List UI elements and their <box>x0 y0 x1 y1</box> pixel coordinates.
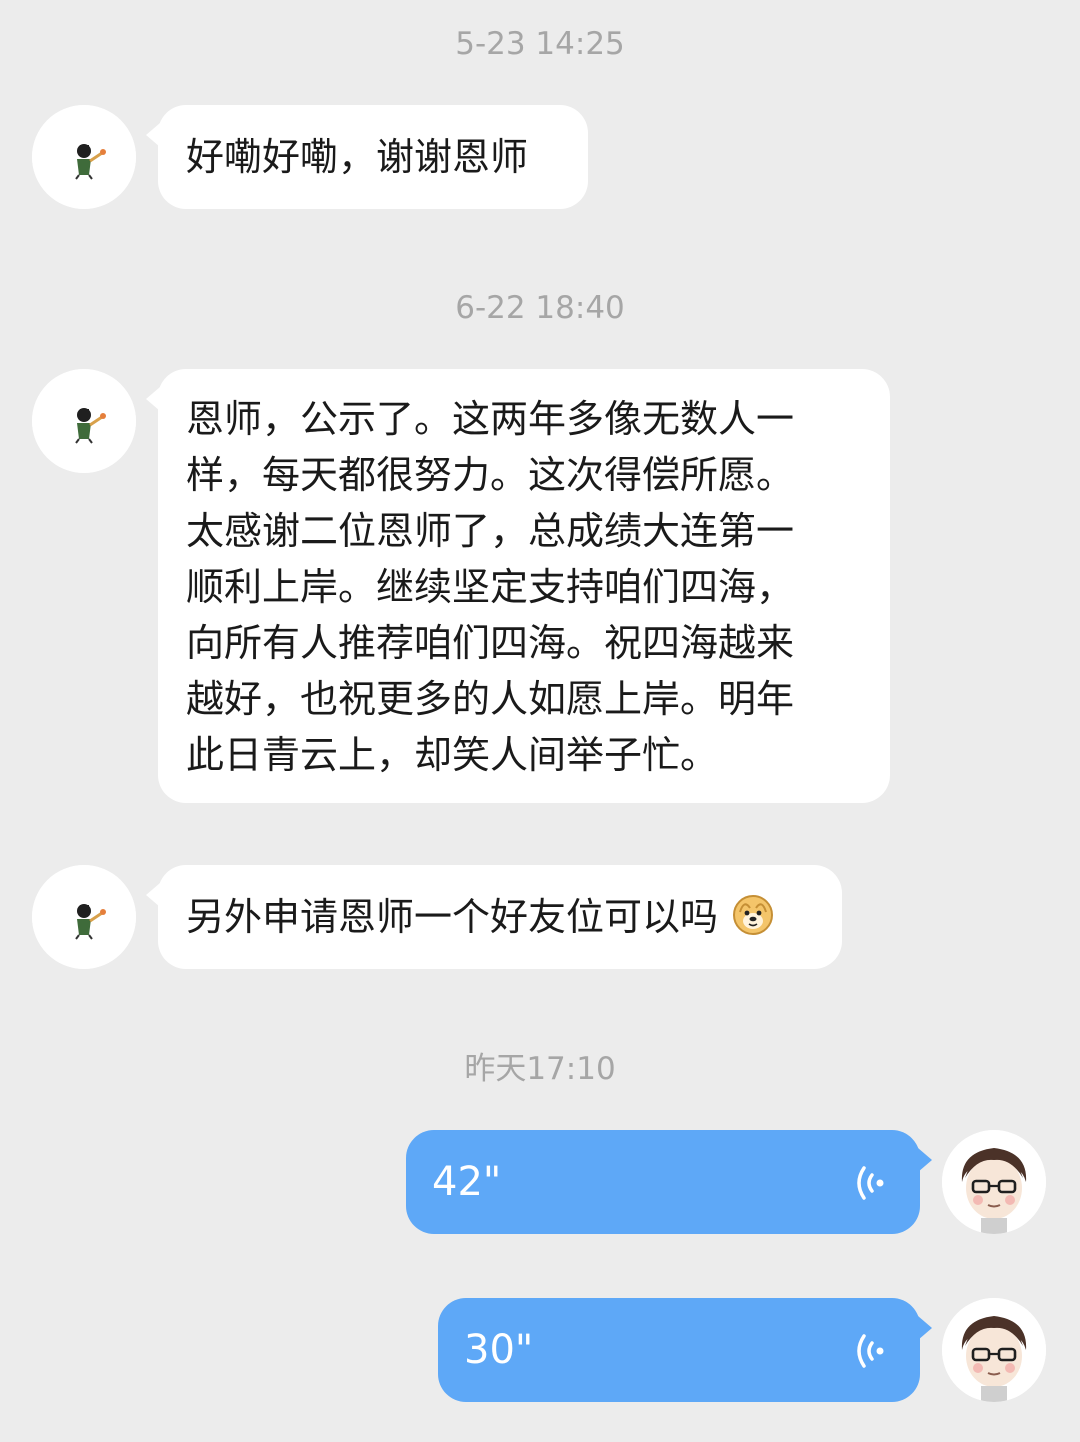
incoming-message-bubble[interactable]: 恩师，公示了。这两年多像无数人一 样，每天都很努力。这次得偿所愿。 太感谢二位恩… <box>146 369 890 803</box>
timestamp: 昨天17:10 <box>464 1051 616 1087</box>
voice-duration: 30" <box>464 1327 534 1373</box>
message-line: 样，每天都很努力。这次得偿所愿。 <box>186 453 795 497</box>
contact-avatar-icon <box>32 369 136 473</box>
self-avatar-icon <box>942 1130 1046 1234</box>
doge-emoji-icon <box>733 895 774 935</box>
incoming-message-bubble[interactable]: 另外申请恩师一个好友位可以吗 <box>146 865 842 969</box>
message-line: 此日青云上，却笑人间举子忙。 <box>186 733 719 777</box>
voice-wave-icon <box>857 1166 884 1200</box>
message-line: 顺利上岸。继续坚定支持咱们四海， <box>186 565 795 609</box>
contact-avatar[interactable] <box>32 369 136 473</box>
incoming-message-bubble[interactable]: 好嘞好嘞，谢谢恩师 <box>146 105 588 209</box>
contact-avatar[interactable] <box>32 105 136 209</box>
contact-avatar[interactable] <box>32 865 136 969</box>
message-text: 另外申请恩师一个好友位可以吗 <box>186 895 719 939</box>
contact-avatar-icon <box>32 865 136 969</box>
outgoing-voice-message[interactable]: 42" <box>406 1130 932 1234</box>
message-line: 向所有人推荐咱们四海。祝四海越来 <box>186 621 795 665</box>
self-avatar-icon <box>942 1298 1046 1402</box>
outgoing-voice-message[interactable]: 30" <box>438 1298 932 1402</box>
contact-avatar-icon <box>32 105 136 209</box>
message-text: 好嘞好嘞，谢谢恩师 <box>186 135 529 179</box>
message-line: 越好，也祝更多的人如愿上岸。明年 <box>186 677 795 721</box>
voice-duration: 42" <box>432 1159 502 1205</box>
timestamp: 6-22 18:40 <box>455 290 625 326</box>
self-avatar[interactable] <box>942 1130 1046 1234</box>
voice-wave-icon <box>857 1334 884 1368</box>
message-line: 恩师，公示了。这两年多像无数人一 <box>186 397 795 441</box>
timestamp: 5-23 14:25 <box>455 26 625 62</box>
self-avatar[interactable] <box>942 1298 1046 1402</box>
message-line: 太感谢二位恩师了，总成绩大连第一 <box>186 509 795 553</box>
